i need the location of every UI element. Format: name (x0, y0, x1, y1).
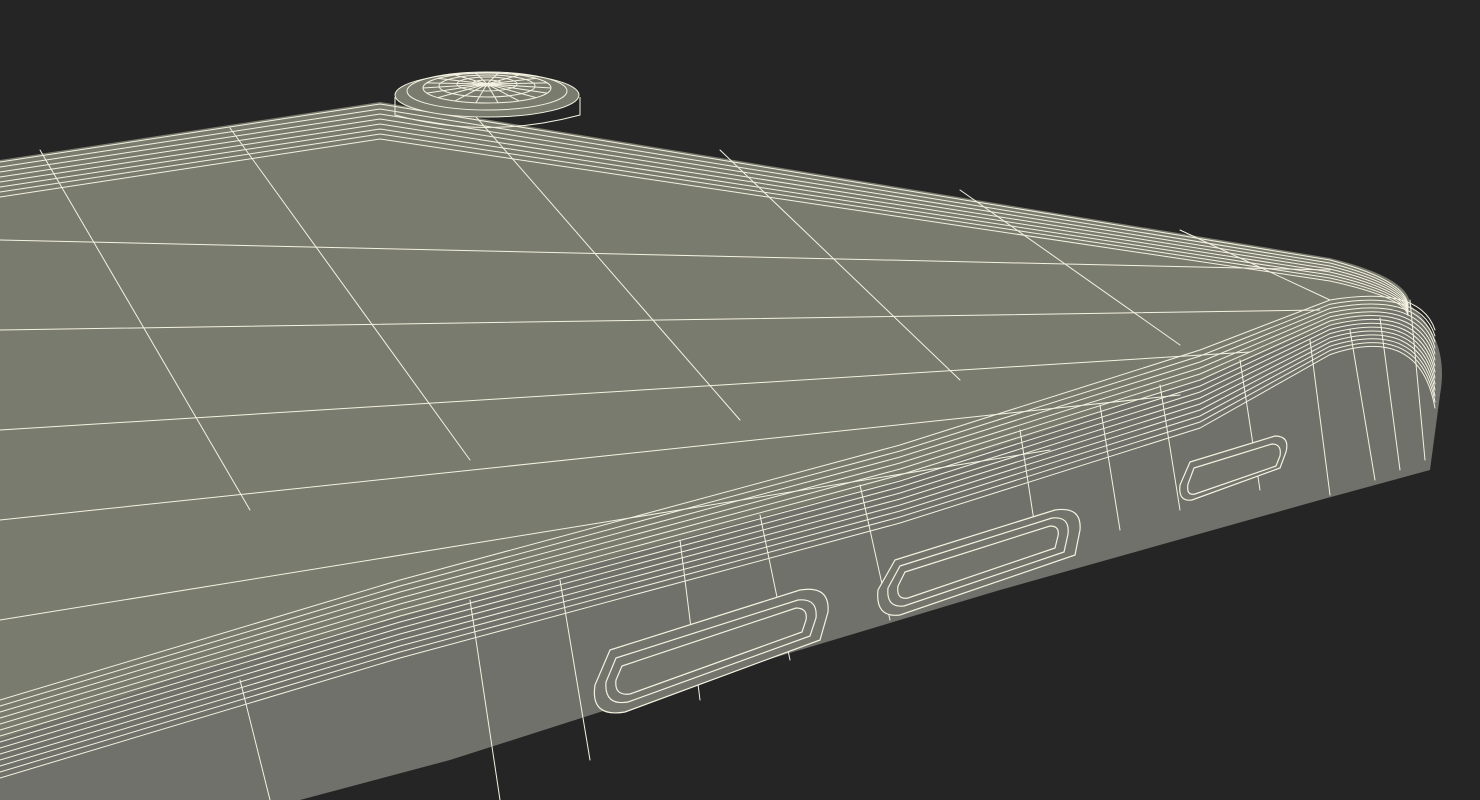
wireframe-render (0, 0, 1480, 800)
render-viewport (0, 0, 1480, 800)
